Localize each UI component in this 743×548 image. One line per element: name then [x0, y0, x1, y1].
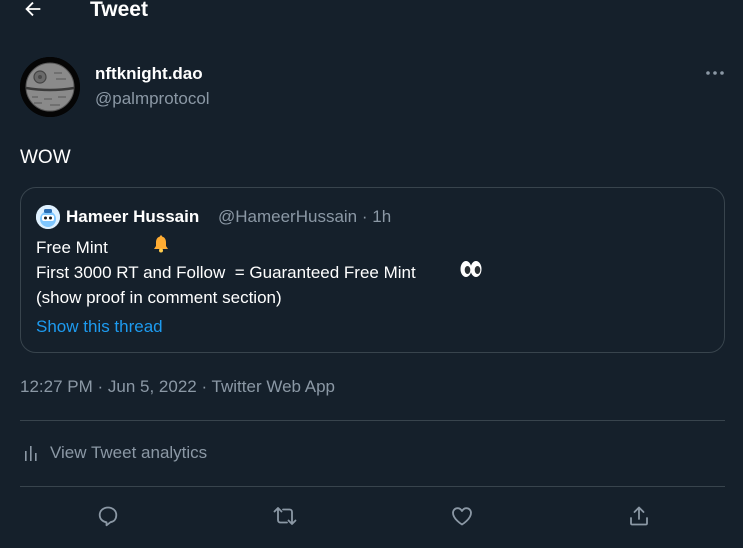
divider	[20, 420, 725, 421]
divider	[20, 486, 725, 487]
quoted-author-avatar	[36, 205, 60, 229]
retweet-button[interactable]	[272, 503, 298, 529]
tweet-timestamp: 12:27 PM · Jun 5, 2022 · Twitter Web App	[20, 376, 335, 398]
author-handle[interactable]: @palmprotocol	[95, 88, 210, 110]
robot-avatar-icon	[36, 205, 60, 229]
author-avatar[interactable]	[20, 57, 80, 117]
eyes-emoji-icon	[421, 234, 483, 311]
quoted-line-1-text: Free Mint	[36, 238, 108, 257]
reply-icon	[98, 506, 118, 527]
quoted-line-2-text: First 3000 RT and Follow = Guaranteed Fr…	[36, 263, 416, 282]
tweet-date[interactable]: Jun 5, 2022	[108, 377, 197, 396]
share-icon	[630, 506, 648, 526]
quoted-tweet[interactable]: Hameer Hussain @HameerHussain · 1h Free …	[20, 187, 725, 353]
quoted-author-handle: @HameerHussain · 1h	[218, 207, 392, 226]
view-analytics-link[interactable]: View Tweet analytics	[20, 442, 207, 464]
page-title: Tweet	[90, 0, 148, 21]
heart-icon	[452, 507, 472, 526]
separator: ·	[196, 377, 212, 396]
arrow-left-icon	[25, 1, 41, 17]
more-options-button[interactable]	[702, 62, 728, 84]
tweet-text: WOW	[20, 147, 71, 168]
analytics-label: View Tweet analytics	[50, 443, 208, 462]
tweet-source[interactable]: Twitter Web App	[212, 377, 335, 396]
quoted-line-2: First 3000 RT and Follow = Guaranteed Fr…	[36, 260, 483, 285]
share-button[interactable]	[626, 503, 652, 529]
quoted-line-1: Free Mint	[36, 235, 483, 260]
retweet-icon	[273, 507, 297, 525]
separator: ·	[92, 377, 108, 396]
author-name[interactable]: nftknight.dao	[95, 63, 203, 85]
death-star-avatar	[20, 57, 80, 117]
show-thread-link[interactable]: Show this thread	[36, 316, 163, 338]
reply-button[interactable]	[95, 503, 121, 529]
quoted-line-3: (show proof in comment section)	[36, 288, 282, 307]
like-button[interactable]	[449, 503, 475, 529]
more-icon	[706, 71, 724, 75]
back-button[interactable]	[20, 0, 46, 22]
quoted-tweet-text: Free Mint First 3000 RT and Follow = Gua…	[36, 235, 483, 310]
tweet-header: Tweet	[0, 0, 743, 26]
bar-chart-icon	[25, 446, 37, 461]
tweet-time[interactable]: 12:27 PM	[20, 377, 93, 396]
